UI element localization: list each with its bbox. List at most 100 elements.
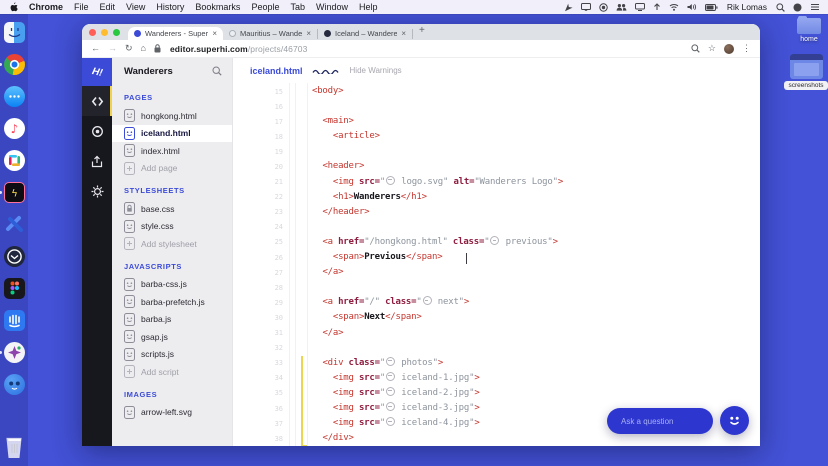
sidebar-item-base-css[interactable]: base.css bbox=[112, 200, 232, 218]
zoom-icon[interactable] bbox=[691, 44, 700, 53]
menu-item-people[interactable]: People bbox=[251, 2, 279, 12]
search-icon[interactable] bbox=[212, 66, 222, 76]
ask-question-label: Ask a question bbox=[621, 416, 674, 426]
ask-question-button[interactable]: Ask a question bbox=[607, 408, 713, 434]
dock-mail[interactable] bbox=[3, 246, 25, 267]
sidebar-item-barba-js[interactable]: barba.js bbox=[112, 311, 232, 329]
upload-button[interactable] bbox=[82, 146, 112, 176]
menubar-username[interactable]: Rik Lomas bbox=[727, 2, 767, 12]
preview-button[interactable] bbox=[82, 116, 112, 146]
lock-icon bbox=[154, 44, 161, 53]
dock-finder[interactable] bbox=[3, 22, 25, 43]
sidebar-item-label: barba-prefetch.js bbox=[141, 296, 205, 307]
sidebar-item-style-css[interactable]: style.css bbox=[112, 218, 232, 236]
reload-button[interactable]: ↻ bbox=[125, 44, 133, 53]
dock-codeapp[interactable] bbox=[4, 214, 25, 235]
menu-item-window[interactable]: Window bbox=[316, 2, 348, 12]
dock-chrome[interactable] bbox=[0, 54, 25, 75]
asset-chip-icon[interactable] bbox=[490, 235, 500, 245]
sidebar-item-barba-prefetch-js[interactable]: barba-prefetch.js bbox=[112, 293, 232, 311]
assistant-smiley-button[interactable] bbox=[720, 406, 749, 435]
display-icon[interactable] bbox=[634, 3, 645, 11]
forward-button[interactable]: → bbox=[108, 44, 117, 53]
asset-chip-icon[interactable] bbox=[386, 175, 396, 185]
asset-chip-icon[interactable] bbox=[386, 386, 396, 396]
dock-video[interactable] bbox=[0, 342, 25, 363]
asset-chip-icon[interactable] bbox=[386, 356, 396, 366]
sidebar-item-label: Add page bbox=[141, 163, 178, 174]
tab-close-icon[interactable]: × bbox=[212, 29, 217, 38]
open-file-name[interactable]: iceland.html bbox=[250, 66, 303, 76]
settings-button[interactable] bbox=[82, 176, 112, 206]
dock-slack[interactable] bbox=[3, 150, 25, 171]
record-icon[interactable] bbox=[599, 2, 608, 12]
asset-chip-icon[interactable] bbox=[422, 296, 432, 306]
control-center-icon[interactable] bbox=[810, 3, 820, 11]
line-number: 31 bbox=[274, 329, 283, 338]
sidebar-item-hongkong-html[interactable]: hongkong.html bbox=[112, 107, 232, 125]
location-icon[interactable] bbox=[564, 3, 573, 12]
browser-tab-iceland-wanderers[interactable]: Iceland – Wanderers × bbox=[318, 28, 413, 39]
superhi-logo[interactable]: H! bbox=[82, 58, 112, 86]
asset-chip-icon[interactable] bbox=[386, 417, 396, 427]
spotlight-icon[interactable] bbox=[776, 2, 785, 12]
code-surface[interactable]: 15 <body> 16 17 <main> 18 <article> 19 20 <hea… bbox=[233, 83, 760, 446]
window-minimize-button[interactable] bbox=[101, 28, 108, 36]
desktop-icon-screenshots[interactable]: screenshots bbox=[784, 54, 828, 90]
code-line: 15 <body> bbox=[233, 84, 760, 99]
sidebar-item-add-stylesheet[interactable]: Add stylesheet bbox=[112, 235, 232, 253]
dock-music[interactable]: ♪ bbox=[3, 118, 25, 139]
sidebar-item-index-html[interactable]: index.html bbox=[112, 142, 232, 160]
code-view-button[interactable] bbox=[82, 86, 112, 116]
menu-item-file[interactable]: File bbox=[74, 2, 89, 12]
volume-icon[interactable] bbox=[687, 3, 697, 11]
sidebar-item-arrow-left-svg[interactable]: arrow-left.svg bbox=[112, 404, 232, 422]
sidebar-item-add-script[interactable]: Add script bbox=[112, 363, 232, 381]
dock-intercom[interactable] bbox=[3, 310, 25, 331]
arrow-up-icon[interactable] bbox=[653, 3, 661, 11]
sidebar-item-barba-css-js[interactable]: barba-css.js bbox=[112, 276, 232, 294]
address-bar[interactable]: editor.superhi.com/projects/46703 bbox=[170, 44, 307, 54]
window-close-button[interactable] bbox=[89, 28, 96, 36]
browser-menu-icon[interactable]: ⋮ bbox=[742, 44, 751, 53]
desktop-icon-home[interactable]: home bbox=[789, 15, 828, 43]
dock-trash[interactable] bbox=[4, 437, 25, 458]
browser-tab-mauritius-wanderers[interactable]: Mauritius – Wanderers× bbox=[223, 28, 318, 39]
menu-item-history[interactable]: History bbox=[156, 2, 184, 12]
dock-terminal[interactable]: ϟ bbox=[0, 182, 25, 203]
sidebar-item-gsap-js[interactable]: gsap.js bbox=[112, 328, 232, 346]
home-button[interactable]: ⌂ bbox=[141, 44, 146, 53]
menu-item-edit[interactable]: Edit bbox=[100, 2, 116, 12]
add-file-icon bbox=[124, 365, 135, 379]
back-button[interactable]: ← bbox=[91, 44, 100, 53]
battery-icon[interactable] bbox=[704, 3, 718, 11]
menu-item-view[interactable]: View bbox=[126, 2, 145, 12]
dock-face[interactable] bbox=[3, 374, 25, 395]
window-zoom-button[interactable] bbox=[113, 28, 120, 36]
wifi-icon[interactable] bbox=[669, 3, 679, 11]
dock-figma[interactable] bbox=[3, 278, 25, 299]
siri-icon[interactable] bbox=[793, 3, 802, 12]
asset-chip-icon[interactable] bbox=[386, 401, 396, 411]
screen-mirror-icon[interactable] bbox=[580, 3, 591, 11]
profile-avatar[interactable] bbox=[724, 43, 734, 54]
sidebar-item-scripts-js[interactable]: scripts.js bbox=[112, 346, 232, 364]
new-tab-button[interactable]: + bbox=[419, 26, 425, 36]
menu-item-help[interactable]: Help bbox=[359, 2, 378, 12]
dock-messages[interactable] bbox=[3, 86, 25, 107]
browser-tab-wanderers-superhi[interactable]: Wanderers - Superhi × bbox=[128, 27, 223, 40]
sidebar-item-iceland-html[interactable]: iceland.html bbox=[112, 124, 232, 142]
tab-close-icon[interactable]: × bbox=[306, 29, 311, 38]
menu-item-bookmarks[interactable]: Bookmarks bbox=[195, 2, 240, 12]
hide-warnings-link[interactable]: Hide Warnings bbox=[350, 66, 402, 75]
line-number: 38 bbox=[274, 434, 283, 443]
apple-menu-icon[interactable] bbox=[10, 2, 18, 12]
menu-item-tab[interactable]: Tab bbox=[290, 2, 305, 12]
users-icon[interactable] bbox=[616, 3, 627, 11]
text-cursor bbox=[466, 253, 468, 264]
menu-chrome[interactable]: Chrome bbox=[29, 2, 63, 12]
asset-chip-icon[interactable] bbox=[386, 371, 396, 381]
sidebar-item-add-page[interactable]: Add page bbox=[112, 160, 232, 178]
tab-close-icon[interactable]: × bbox=[401, 29, 406, 38]
bookmark-star-icon[interactable]: ☆ bbox=[708, 44, 716, 53]
